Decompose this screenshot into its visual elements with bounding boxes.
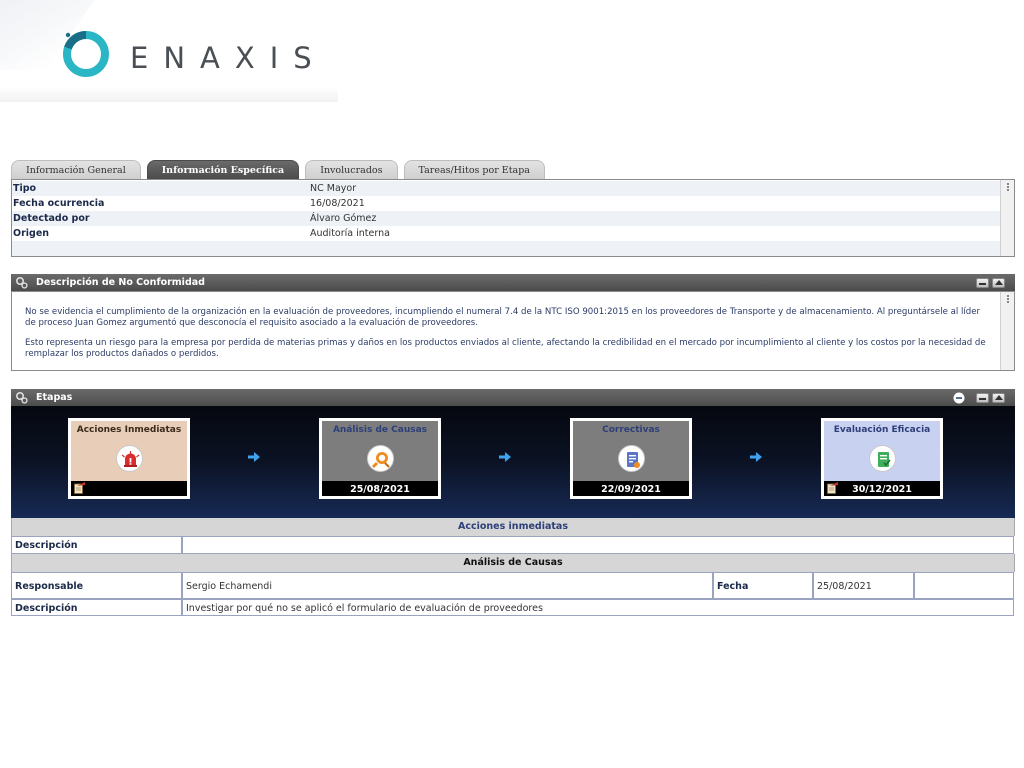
minimize-button[interactable] <box>976 278 989 288</box>
info-scrollbar[interactable] <box>1000 180 1014 256</box>
responsable-label: Responsable <box>11 572 182 599</box>
section-acciones-header: Acciones inmediatas <box>11 518 1015 536</box>
fecha-vencimiento-value: 25/08/2021 <box>813 572 914 599</box>
brand-name: ENAXIS <box>130 41 327 75</box>
stage-title: Correctivas <box>602 425 660 435</box>
info-label: Tipo <box>13 183 37 194</box>
acciones-descripcion-label: Descripción <box>11 536 182 554</box>
empty-cell <box>914 572 1014 599</box>
arrow-right-icon <box>499 452 511 462</box>
evaluation-icon <box>869 445 896 472</box>
tab-informacion-especifica[interactable]: Información Específica <box>146 160 300 179</box>
info-label: Fecha ocurrencia <box>13 198 105 209</box>
stage-acciones-inmediatas[interactable]: Acciones Inmediatas <box>68 418 190 499</box>
arrow-right-icon <box>750 452 762 462</box>
nc-panel-title: Descripción de No Conformidad <box>36 277 205 288</box>
nc-panel-header: Descripción de No Conformidad <box>11 274 1015 292</box>
gears-icon <box>15 276 28 289</box>
collapse-button[interactable] <box>992 393 1005 403</box>
stage-title: Evaluación Eficacia <box>833 425 931 435</box>
info-label: Detectado por <box>13 213 90 224</box>
stage-body: Acciones Inmediatas <box>71 421 187 481</box>
info-value: 16/08/2021 <box>310 198 365 209</box>
minimize-button[interactable] <box>976 393 989 403</box>
arrow-right-icon <box>248 452 260 462</box>
stage-title: Acciones Inmediatas <box>76 425 182 435</box>
info-value: Álvaro Gómez <box>310 213 377 224</box>
nc-paragraph: Esto representa un riesgo para la empres… <box>25 338 986 359</box>
fecha-vencimiento-label: Fecha vencimiento <box>713 572 813 619</box>
info-row-detectado: Detectado por Álvaro Gómez <box>12 211 1000 226</box>
logo-area: ENAXIS <box>0 0 338 102</box>
enaxis-logo-icon <box>63 31 109 77</box>
stage-analisis-causas[interactable]: Análisis de Causas 25/08/2021 <box>319 418 441 499</box>
tab-informacion-general[interactable]: Información General <box>11 160 141 179</box>
gears-icon <box>15 391 28 404</box>
acciones-descripcion-value <box>182 536 1014 554</box>
analisis-descripcion-label: Descripción <box>11 599 182 616</box>
collapse-button[interactable] <box>992 278 1005 288</box>
info-value: Auditoría interna <box>310 228 390 239</box>
responsable-value: Sergio Echamendi <box>182 572 713 599</box>
stage-evaluacion-eficacia[interactable]: Evaluación Eficacia 30/12/2021 <box>821 418 943 499</box>
tab-involucrados[interactable]: Involucrados <box>305 160 398 179</box>
stage-body: Análisis de Causas <box>322 421 438 481</box>
stage-title: Análisis de Causas <box>332 425 428 435</box>
info-row-empty <box>12 241 1000 256</box>
stages-band: Acciones Inmediatas Análisis de Causas 2… <box>11 406 1015 518</box>
stage-date: 25/08/2021 <box>350 484 410 495</box>
stages-panel-header: Etapas <box>11 389 1015 407</box>
info-row-origen: Origen Auditoría interna <box>12 226 1000 241</box>
section-analisis-header: Análisis de Causas <box>11 554 1015 572</box>
stage-date: 30/12/2021 <box>852 484 912 495</box>
alarm-icon <box>116 445 143 472</box>
info-label: Origen <box>13 228 50 239</box>
more-vertical-icon <box>1007 183 1009 191</box>
document-icon[interactable] <box>74 482 85 494</box>
nc-description-box: No se evidencia el cumplimiento de la or… <box>11 291 1015 371</box>
stage-date: 22/09/2021 <box>601 484 661 495</box>
stages-panel-title: Etapas <box>36 392 73 403</box>
tab-tareas-hitos[interactable]: Tareas/Hitos por Etapa <box>403 160 545 179</box>
more-vertical-icon <box>1007 295 1009 303</box>
checklist-icon <box>618 445 645 472</box>
nc-scrollbar[interactable] <box>1000 292 1014 370</box>
info-table: Tipo NC Mayor Fecha ocurrencia 16/08/202… <box>11 179 1015 257</box>
info-row-tipo: Tipo NC Mayor <box>12 181 1000 196</box>
tab-bar: Información General Información Específi… <box>11 160 551 179</box>
info-value: NC Mayor <box>310 183 357 194</box>
stage-body: Correctivas <box>573 421 689 481</box>
remove-icon[interactable] <box>953 392 965 404</box>
analysis-icon <box>367 445 394 472</box>
stage-correctivas[interactable]: Correctivas 22/09/2021 <box>570 418 692 499</box>
nc-paragraph: No se evidencia el cumplimiento de la or… <box>25 307 981 328</box>
stage-body: Evaluación Eficacia <box>824 421 940 481</box>
analisis-descripcion-value: Investigar por qué no se aplicó el formu… <box>182 599 1014 616</box>
info-row-fecha: Fecha ocurrencia 16/08/2021 <box>12 196 1000 211</box>
